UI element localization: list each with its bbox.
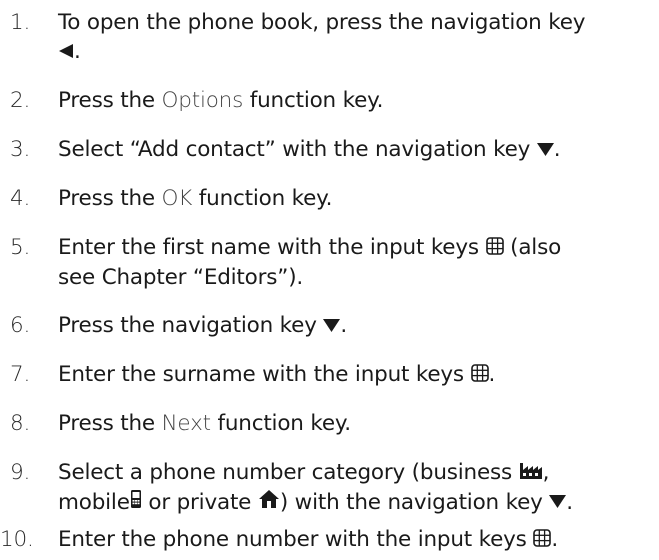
step-number: 6. [10, 313, 31, 338]
step-text-post: function key. [210, 411, 351, 436]
triangle-down-icon [549, 488, 567, 517]
function-key-label: OK [161, 186, 193, 211]
step-text: Press the Next function key. [58, 409, 651, 438]
step-text-pre: Enter the surname with the input keys [58, 362, 471, 387]
step-text-pre: Select a phone number category (business [58, 460, 519, 485]
step-number: 1. [10, 10, 31, 35]
step-text: Press the Options function key. [58, 86, 651, 115]
step-text: Enter the phone number with the input ke… [58, 525, 651, 555]
step-text-post: . [488, 362, 496, 387]
step-text: To open the phone book, press the naviga… [58, 8, 651, 67]
step-text-post: ) with the navigation key [279, 489, 550, 515]
step-text-line2: . [74, 39, 81, 64]
step-number: 4. [10, 186, 31, 211]
step-number: 3. [10, 137, 31, 162]
step-text-post: (also [503, 235, 562, 260]
triangle-left-icon [58, 38, 74, 67]
keypad-icon [485, 234, 504, 263]
step-text-line2: see Chapter “Editors”). [58, 264, 304, 290]
factory-icon [519, 459, 543, 488]
step-text-post: . [340, 313, 347, 338]
step-text-post: function key. [243, 88, 384, 113]
step-text-private: or private [141, 489, 258, 515]
step-number: 5. [10, 235, 31, 260]
step-text-pre: Press the [58, 411, 162, 436]
step-text-post: . [551, 527, 558, 552]
mobile-phone-icon [130, 488, 142, 517]
keypad-icon [470, 361, 489, 390]
step-number: 8. [10, 411, 31, 436]
step-text: Press the navigation key . [58, 311, 651, 341]
function-key-label: Next [161, 411, 211, 436]
keypad-icon [533, 526, 552, 555]
step-text-mobile: mobile [58, 489, 130, 515]
step-text-line1: To open the phone book, press the naviga… [58, 10, 586, 35]
step-text-pre: Select “Add contact” with the navigation… [58, 137, 537, 162]
step-text-pre: Press the [58, 186, 162, 211]
step-text: Enter the surname with the input keys . [58, 360, 651, 390]
step-text-pre: Press the navigation key [58, 313, 324, 338]
step-text: Press the OK function key. [58, 184, 651, 213]
step-text-post: function key. [192, 186, 333, 211]
step-text-post: . [553, 137, 561, 162]
step-text-pre: Press the [58, 88, 162, 113]
triangle-down-icon [536, 136, 554, 165]
step-text: Select a phone number category (business… [58, 458, 651, 517]
house-icon [258, 488, 280, 517]
step-text-post: , [542, 460, 550, 485]
function-key-label: Options [161, 88, 244, 113]
step-number: 10. [0, 527, 34, 552]
step-text-pre: Enter the phone number with the input ke… [58, 527, 534, 552]
step-text: Enter the first name with the input keys… [58, 233, 651, 292]
step-text-pre: Enter the first name with the input keys [58, 235, 486, 260]
step-number: 2. [10, 88, 31, 113]
step-number: 7. [10, 362, 31, 387]
step-text-end: . [566, 489, 573, 515]
step-number: 9. [10, 460, 31, 485]
step-text: Select “Add contact” with the navigation… [58, 135, 651, 165]
triangle-down-icon [323, 312, 341, 341]
